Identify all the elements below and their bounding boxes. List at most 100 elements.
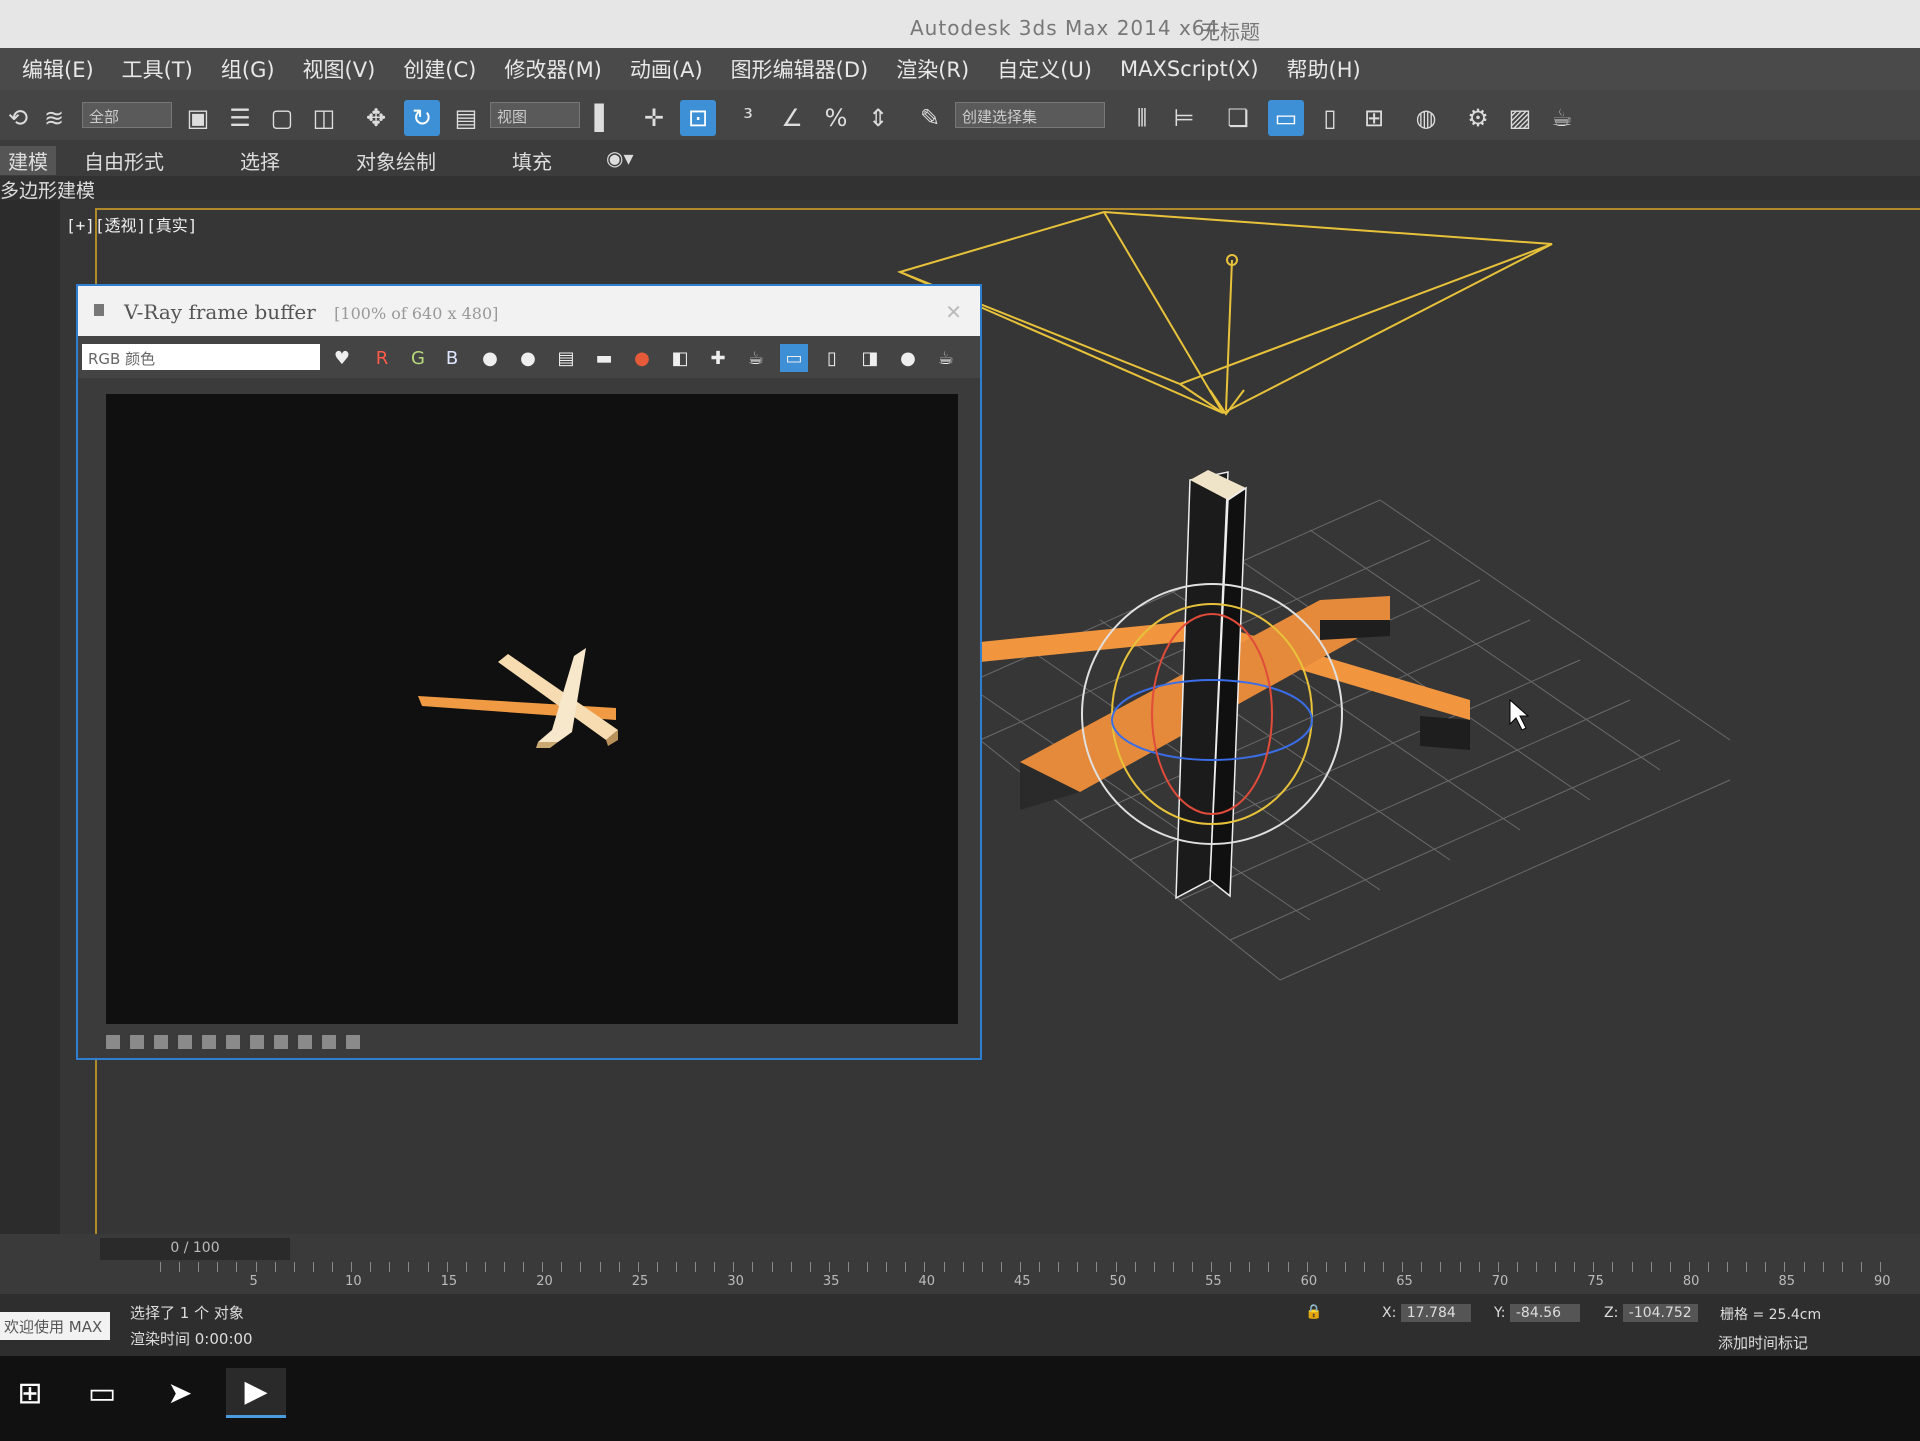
timeline-tick	[1058, 1262, 1060, 1272]
cross-model-viewport[interactable]	[980, 470, 1470, 900]
link-to-render-icon[interactable]: ▭	[780, 344, 808, 372]
green-channel-button[interactable]: G	[404, 344, 432, 372]
histogram-icon[interactable]	[202, 1035, 216, 1049]
track-bar[interactable]: 5 10 15 20 25 30 35 40 45 50 55 60 65 70 75 80 85 90	[160, 1262, 1920, 1292]
spot-light-gizmo[interactable]	[896, 210, 1553, 416]
timeline-tick	[1631, 1262, 1633, 1272]
time-slider[interactable]: 0 / 100	[100, 1238, 290, 1260]
red-channel-button[interactable]: R	[368, 344, 396, 372]
x-coordinate-field[interactable]: 17.784	[1400, 1304, 1471, 1322]
z-label: Z:	[1604, 1305, 1619, 1321]
app-bird-icon[interactable]: ➤	[150, 1368, 210, 1418]
stamp-icon[interactable]	[322, 1035, 336, 1049]
lens-effects-icon[interactable]	[298, 1035, 312, 1049]
timeline-tick	[427, 1262, 429, 1272]
timeline-tick	[293, 1262, 295, 1272]
timeline-label: 40	[918, 1274, 935, 1289]
windows-start-icon[interactable]: ⊞	[0, 1368, 60, 1418]
timeline-label: 15	[440, 1274, 458, 1289]
timeline-tick	[1230, 1262, 1232, 1272]
alpha-channel-icon[interactable]: ●	[476, 344, 504, 372]
timeline-tick	[1344, 1262, 1346, 1272]
save-image-icon[interactable]: ▤	[552, 344, 580, 372]
timeline-tick	[198, 1262, 200, 1272]
vfb-title-bar[interactable]: V-Ray frame buffer [100% of 640 x 480] ✕	[78, 286, 980, 336]
timeline-label: 50	[1109, 1274, 1127, 1289]
timeline-tick	[828, 1262, 830, 1272]
timeline-label: 55	[1205, 1274, 1222, 1289]
channel-dropdown[interactable]: RGB 颜色	[82, 344, 320, 370]
timeline-tick	[1784, 1262, 1786, 1272]
timeline-tick	[542, 1262, 544, 1272]
timeline-tick	[351, 1262, 353, 1272]
timeline-tick	[1727, 1262, 1729, 1272]
render-icon[interactable]: ☕	[932, 344, 960, 372]
render-output	[106, 394, 958, 1024]
timeline-tick	[981, 1262, 983, 1272]
timeline: 0 / 100 5 10 15 20 25 30 35 40 45 50 55 60 65 70 75 80 8…	[0, 1234, 1920, 1294]
track-mouse-icon[interactable]: ✚	[704, 344, 732, 372]
timeline-tick	[1669, 1262, 1671, 1272]
z-coordinate-field[interactable]: -104.752	[1622, 1304, 1698, 1322]
vfb-window-icon	[94, 304, 104, 316]
timeline-tick	[1192, 1262, 1193, 1272]
y-coordinate-field[interactable]: -84.56	[1509, 1304, 1580, 1322]
status-bar: 欢迎使用 MAX 选择了 1 个 对象 渲染时间 0:00:00 🔒 X: 17…	[0, 1294, 1920, 1356]
timeline-label: 80	[1682, 1274, 1700, 1289]
timeline-tick	[1039, 1262, 1041, 1272]
timeline-tick	[1880, 1262, 1881, 1272]
timeline-tick	[465, 1262, 467, 1272]
exposure-icon[interactable]	[178, 1035, 192, 1049]
timeline-tick	[1555, 1262, 1557, 1272]
srgb-icon[interactable]	[226, 1035, 240, 1049]
history-icon[interactable]: ▯	[818, 344, 846, 372]
3dsmax-taskbar-icon[interactable]: ▶	[226, 1368, 286, 1418]
timeline-label: 30	[727, 1274, 744, 1289]
timeline-tick	[1287, 1262, 1289, 1272]
mono-channel-icon[interactable]: ●	[514, 344, 542, 372]
ocio-icon[interactable]	[274, 1035, 288, 1049]
levels-icon[interactable]	[130, 1035, 144, 1049]
lut-icon[interactable]	[250, 1035, 264, 1049]
add-time-tag-button[interactable]: 添加时间标记	[1718, 1332, 1808, 1353]
vfb-bottom-toolbar	[106, 1030, 966, 1054]
render-region-icon[interactable]: ☕	[742, 344, 770, 372]
timeline-label: 45	[1014, 1274, 1031, 1289]
pixel-info-icon[interactable]: ◨	[856, 344, 884, 372]
timeline-tick	[1172, 1262, 1174, 1272]
compare-icon[interactable]	[346, 1035, 360, 1049]
vray-frame-buffer-window[interactable]: V-Ray frame buffer [100% of 640 x 480] ✕…	[76, 284, 982, 1060]
task-view-icon[interactable]: ▭	[72, 1368, 132, 1418]
timeline-label: 5	[249, 1274, 258, 1289]
duplicate-to-frame-icon[interactable]: ◧	[666, 344, 694, 372]
timeline-tick	[504, 1262, 505, 1272]
ground-grid	[929, 499, 1731, 981]
blue-channel-button[interactable]: B	[438, 344, 466, 372]
close-icon[interactable]: ✕	[945, 300, 962, 324]
timeline-tick	[733, 1262, 735, 1272]
stop-render-icon[interactable]: ●	[894, 344, 922, 372]
vfb-title: V-Ray frame buffer	[124, 300, 316, 324]
timeline-tick	[637, 1262, 639, 1272]
timeline-tick	[1249, 1262, 1251, 1272]
timeline-tick	[1612, 1262, 1614, 1272]
timeline-tick	[1459, 1262, 1461, 1272]
timeline-tick	[1803, 1262, 1805, 1272]
timeline-tick	[1497, 1262, 1499, 1272]
curve-icon[interactable]	[154, 1035, 168, 1049]
color-picker-icon[interactable]: ♥	[328, 344, 356, 372]
timeline-tick	[1841, 1262, 1843, 1272]
mouse-cursor-icon	[1509, 698, 1530, 731]
maxscript-listener[interactable]: 欢迎使用 MAX	[0, 1312, 110, 1340]
timeline-tick	[1364, 1262, 1365, 1272]
timeline-tick	[905, 1262, 907, 1272]
x-label: X:	[1382, 1305, 1397, 1321]
load-image-icon[interactable]: ▬	[590, 344, 618, 372]
clear-image-icon[interactable]: ●	[628, 344, 656, 372]
timeline-label: 70	[1491, 1274, 1509, 1289]
timeline-tick	[446, 1262, 448, 1272]
lock-icon[interactable]: 🔒	[1305, 1304, 1322, 1320]
display-correction-icon[interactable]	[106, 1035, 120, 1049]
timeline-tick	[274, 1262, 276, 1272]
timeline-tick	[848, 1262, 849, 1272]
